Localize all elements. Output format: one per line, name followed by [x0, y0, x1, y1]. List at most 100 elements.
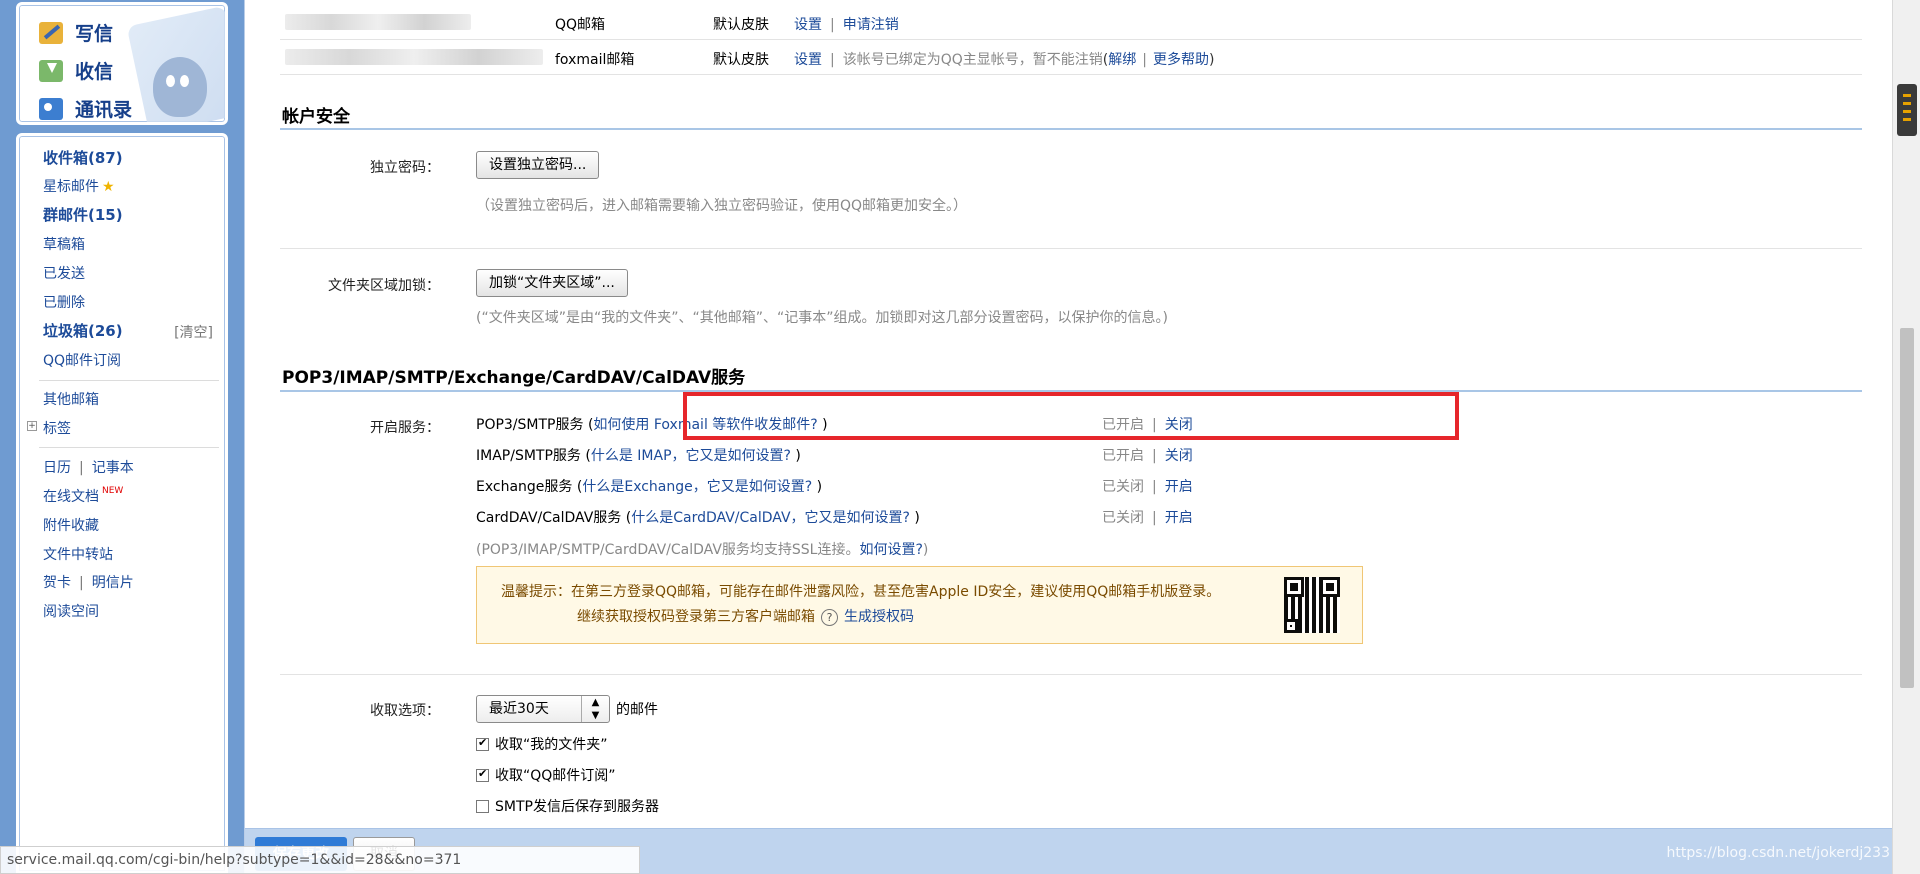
- section-title-account-security: 帐户安全: [282, 107, 350, 127]
- vertical-scrollbar[interactable]: [1892, 0, 1920, 874]
- receive-mail-button[interactable]: 收信: [39, 57, 113, 84]
- service-row-exchange: Exchange服务 (什么是Exchange，它又是如何设置? ): [476, 479, 823, 495]
- quick-actions-panel: 写信 收信 通讯录: [16, 2, 228, 125]
- receive-suffix: 的邮件: [616, 702, 658, 718]
- junk-clear-link[interactable]: [清空]: [174, 322, 213, 342]
- account-settings-link[interactable]: 设置: [794, 17, 822, 33]
- folder-lock-button[interactable]: 加锁“文件夹区域”...: [476, 269, 628, 297]
- checkbox-qq-subscriptions[interactable]: 收取“QQ邮件订阅”: [476, 765, 616, 785]
- highlight-box: [683, 392, 1459, 440]
- service-help-link[interactable]: 什么是CardDAV/CalDAV，它又是如何设置?: [631, 510, 910, 526]
- service-help-link[interactable]: 什么是Exchange，它又是如何设置?: [582, 479, 812, 495]
- sidebar-row-cards: 贺卡 | 明信片: [43, 575, 134, 591]
- service-row-imap: IMAP/SMTP服务 (什么是 IMAP，它又是如何设置? ): [476, 448, 801, 464]
- sidebar-item-tags[interactable]: 标签: [43, 418, 71, 438]
- section-underline: [280, 128, 1862, 130]
- qq-penguin-icon: [153, 57, 207, 117]
- expand-tags-icon[interactable]: +: [27, 421, 37, 431]
- service-name: IMAP/SMTP服务: [476, 448, 581, 464]
- ssl-how-to-link[interactable]: 如何设置?: [859, 542, 922, 558]
- service-row-carddav: CardDAV/CalDAV服务 (什么是CardDAV/CalDAV，它又是如…: [476, 510, 920, 526]
- sidebar-item-drafts[interactable]: 草稿箱: [43, 234, 85, 254]
- sidebar-item-starred[interactable]: 星标邮件 ★: [43, 176, 115, 196]
- open-carddav-link[interactable]: 开启: [1165, 510, 1193, 526]
- receive-label: 收信: [75, 61, 114, 83]
- left-sidebar: 写信 收信 通讯录 收件箱(87) 星标邮件 ★ 群邮件(15) 草稿箱 已发送 …: [0, 0, 240, 874]
- close-imap-link[interactable]: 关闭: [1165, 448, 1193, 464]
- sidebar-item-file-transfer[interactable]: 文件中转站: [43, 544, 113, 564]
- tip-line-1: 温馨提示：在第三方登录QQ邮箱，可能存在邮件泄露风险，甚至危害Apple ID安…: [501, 584, 1221, 600]
- set-independent-password-button[interactable]: 设置独立密码...: [476, 151, 600, 179]
- receive-options-label: 收取选项：: [370, 703, 440, 719]
- qr-code-icon: [1284, 577, 1340, 633]
- account-type: foxmail邮箱: [555, 52, 635, 68]
- select-arrows-icon: ▲ ▼: [581, 696, 609, 722]
- blurred-account-address: [285, 49, 543, 65]
- sidebar-item-inbox[interactable]: 收件箱(87): [43, 147, 123, 168]
- security-tip-box: 温馨提示：在第三方登录QQ邮箱，可能存在邮件泄露风险，甚至危害Apple ID安…: [476, 566, 1363, 644]
- question-icon[interactable]: ?: [821, 609, 838, 626]
- sidebar-divider: [39, 447, 219, 448]
- account-skin: 默认皮肤: [713, 52, 769, 68]
- sidebar-item-subscriptions[interactable]: QQ邮件订阅: [43, 350, 121, 370]
- write-mail-button[interactable]: 写信: [39, 19, 113, 46]
- sidebar-item-junk[interactable]: 垃圾箱(26): [43, 320, 123, 341]
- service-status-imap: 已开启 | 关闭: [1102, 448, 1193, 464]
- contacts-label: 通讯录: [75, 99, 133, 121]
- unbind-link[interactable]: 解绑: [1108, 52, 1136, 68]
- service-help-link[interactable]: 什么是 IMAP，它又是如何设置?: [591, 448, 791, 464]
- checkbox[interactable]: [476, 767, 489, 782]
- account-row: [285, 14, 471, 34]
- checkbox[interactable]: [476, 736, 489, 751]
- sidebar-item-calendar[interactable]: 日历: [43, 460, 71, 476]
- enable-services-label: 开启服务：: [370, 420, 440, 436]
- service-name: POP3/SMTP服务: [476, 417, 584, 433]
- sidebar-item-notepad[interactable]: 记事本: [92, 460, 134, 476]
- checkbox-my-folders[interactable]: 收取“我的文件夹”: [476, 734, 608, 754]
- sidebar-item-online-docs[interactable]: 在线文档 NEW: [43, 486, 123, 506]
- settings-main-panel: QQ邮箱 默认皮肤 设置 | 申请注销 foxmail邮箱 默认皮肤 设置 | 该帐号已…: [244, 0, 1893, 874]
- starred-label: 星标邮件: [43, 179, 99, 195]
- sidebar-item-postcards[interactable]: 明信片: [92, 575, 134, 591]
- folder-list: 收件箱(87) 星标邮件 ★ 群邮件(15) 草稿箱 已发送 已删除 垃圾箱(26…: [16, 133, 228, 874]
- open-exchange-link[interactable]: 开启: [1165, 479, 1193, 495]
- sidebar-item-deleted[interactable]: 已删除: [43, 292, 85, 312]
- divider: [280, 39, 1862, 40]
- sidebar-item-reading-space[interactable]: 阅读空间: [43, 601, 99, 621]
- scroll-widget-icon[interactable]: [1897, 84, 1917, 136]
- new-badge: NEW: [102, 486, 124, 496]
- service-status-carddav: 已关闭 | 开启: [1102, 510, 1193, 526]
- account-skin: 默认皮肤: [713, 17, 769, 33]
- service-status-exchange: 已关闭 | 开启: [1102, 479, 1193, 495]
- sidebar-item-other-mailboxes[interactable]: 其他邮箱: [43, 389, 99, 409]
- sidebar-item-group-mail[interactable]: 群邮件(15): [43, 204, 123, 225]
- divider: [280, 74, 1862, 75]
- service-name: Exchange服务: [476, 479, 573, 495]
- sidebar-row-calendar-notepad: 日历 | 记事本: [43, 460, 134, 476]
- contacts-icon: [39, 97, 63, 120]
- sidebar-divider: [39, 380, 219, 381]
- service-name: CardDAV/CalDAV服务: [476, 510, 622, 526]
- sidebar-item-sent[interactable]: 已发送: [43, 263, 85, 283]
- more-help-link[interactable]: 更多帮助: [1153, 52, 1209, 68]
- cancel-account-link[interactable]: 申请注销: [843, 17, 899, 33]
- independent-password-label: 独立密码：: [370, 160, 440, 176]
- receive-icon: [39, 59, 63, 82]
- browser-status-bar: service.mail.qq.com/cgi-bin/help?subtype…: [0, 846, 640, 874]
- generate-auth-code-link[interactable]: 生成授权码: [844, 609, 914, 625]
- divider: [280, 674, 1862, 675]
- checkbox-save-smtp[interactable]: SMTP发信后保存到服务器: [476, 796, 659, 816]
- blurred-account-address: [285, 14, 471, 30]
- receive-range-select[interactable]: 最近30天 ▲ ▼: [476, 695, 610, 723]
- tip-line-2: 继续获取授权码登录第三方客户端邮箱? 生成授权码: [577, 609, 914, 626]
- section-title-services: POP3/IMAP/SMTP/Exchange/CardDAV/CalDAV服务: [282, 368, 746, 388]
- sidebar-item-attachments[interactable]: 附件收藏: [43, 515, 99, 535]
- contacts-button[interactable]: 通讯录: [39, 95, 132, 122]
- write-label: 写信: [75, 23, 114, 45]
- account-settings-link[interactable]: 设置: [794, 52, 822, 68]
- folder-lock-hint: (“文件夹区域”是由“我的文件夹”、“其他邮箱”、“记事本”组成。加锁即对这几部…: [476, 310, 1168, 326]
- checkbox[interactable]: [476, 799, 489, 813]
- account-row-actions: 设置 | 申请注销: [794, 17, 899, 33]
- sidebar-item-cards[interactable]: 贺卡: [43, 575, 71, 591]
- scroll-thumb[interactable]: [1900, 328, 1914, 688]
